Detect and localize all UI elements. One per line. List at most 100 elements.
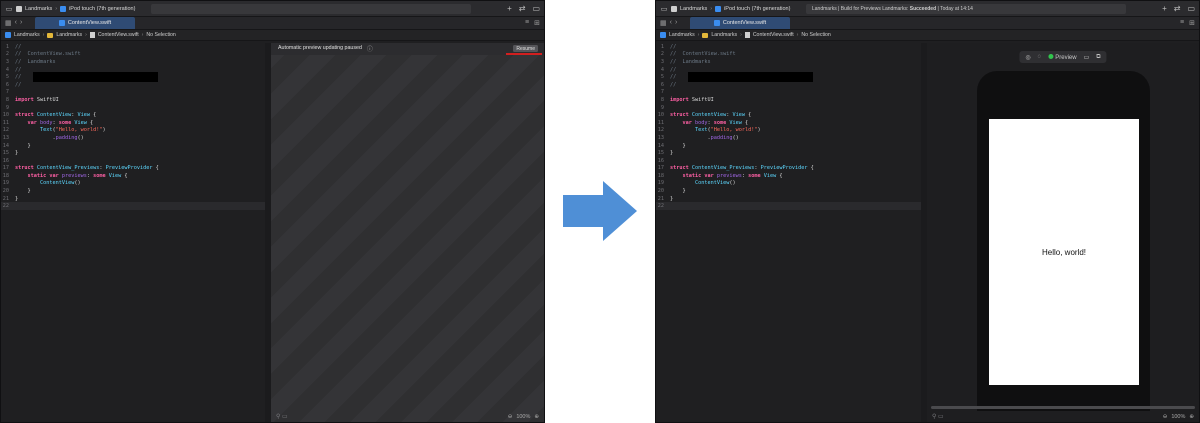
split-editor-icon[interactable]: ⊞ (534, 19, 540, 27)
info-icon[interactable]: ⓘ (367, 44, 373, 53)
pin-icon[interactable]: ⚲ ▭ (932, 413, 944, 420)
line-number: 15 (2, 150, 9, 157)
grid-icon[interactable]: ▦ (660, 19, 667, 27)
scheme-selector[interactable]: Landmarks › iPod touch (7th generation) (16, 5, 135, 12)
pin-icon[interactable]: ⚲ ▭ (276, 413, 288, 420)
code-line[interactable]: 19 ContentView() (1, 180, 265, 188)
jump-item[interactable]: ContentView.swift (753, 32, 794, 38)
resume-button[interactable]: Resume (513, 45, 538, 52)
live-preview-icon[interactable]: ◎ (1025, 54, 1030, 61)
add-icon[interactable]: + (507, 4, 512, 14)
code-line[interactable]: 2 // ContentView.swift (656, 51, 921, 59)
navigator-toggle-icon[interactable]: ▭ (5, 5, 13, 13)
code-line[interactable]: 18 static var previews: some View { (1, 172, 265, 180)
zoom-in-icon[interactable]: ⊕ (534, 414, 539, 420)
navigator-toggle-icon[interactable]: ▭ (660, 5, 668, 13)
code-editor[interactable]: 1 // 2 // ContentView.swift 3 // Landmarks 4 //… (1, 43, 265, 422)
back-icon[interactable]: ‹ (670, 19, 672, 27)
code-token: "Hello, world!" (55, 127, 103, 134)
preview-paused-banner: Automatic preview updating paused ⓘ Resu… (271, 43, 544, 55)
code-line[interactable]: 22 (656, 202, 921, 211)
code-line[interactable]: 1 // (656, 43, 921, 51)
code-token: ContentView (691, 112, 727, 119)
code-line[interactable]: 11 var body: some View { (1, 119, 265, 127)
code-line[interactable]: 12 Text("Hello, world!") (1, 127, 265, 135)
jump-item[interactable]: ContentView.swift (98, 32, 139, 38)
code-line[interactable]: 5 // (1, 72, 265, 83)
jump-item[interactable]: Landmarks (56, 32, 82, 38)
code-token: padding (55, 134, 78, 141)
forward-icon[interactable]: › (675, 19, 677, 27)
device-settings-icon[interactable]: ▭ (1084, 54, 1090, 61)
inspector-toggle-icon[interactable]: ▭ (1187, 4, 1195, 14)
code-line[interactable]: 10 struct ContentView: View { (656, 111, 921, 119)
inspect-icon[interactable]: ◌ (1038, 54, 1042, 60)
zoom-in-icon[interactable]: ⊕ (1189, 414, 1194, 420)
jump-item[interactable]: No Selection (801, 32, 830, 38)
code-line[interactable]: 21} (1, 195, 265, 203)
zoom-out-icon[interactable]: ⊖ (1163, 414, 1168, 420)
file-icon (744, 32, 750, 38)
code-line[interactable]: 15} (656, 149, 921, 157)
code-line[interactable]: 6 // (1, 81, 265, 89)
code-token: // (670, 74, 677, 81)
code-line[interactable]: 12 Text("Hello, world!") (656, 127, 921, 135)
code-line[interactable]: 19 ContentView() (656, 180, 921, 188)
horizontal-scrollbar[interactable] (931, 406, 1195, 409)
jump-item[interactable]: Landmarks (711, 32, 737, 38)
forward-icon[interactable]: › (20, 19, 22, 27)
code-line[interactable]: 14 } (1, 142, 265, 150)
code-line[interactable]: 22 (1, 202, 265, 211)
jump-item[interactable]: Landmarks (669, 32, 695, 38)
line-number: 5 (660, 74, 664, 81)
code-line[interactable]: 9 (656, 104, 921, 112)
code-line[interactable]: 3 // Landmarks (1, 58, 265, 66)
code-line[interactable]: 16 (656, 157, 921, 165)
code-line[interactable]: 17 struct ContentView_Previews: PreviewPr… (656, 165, 921, 173)
tab-contentview[interactable]: ContentView.swift (690, 17, 790, 29)
code-line[interactable]: 21} (656, 195, 921, 203)
code-line[interactable]: 13 . padding() (656, 134, 921, 142)
preview-mode-button[interactable]: Preview (1048, 53, 1077, 61)
tab-contentview[interactable]: ContentView.swift (35, 17, 135, 29)
code-token: () (74, 180, 81, 187)
back-icon[interactable]: ‹ (15, 19, 17, 27)
code-line[interactable]: 6 // (656, 81, 921, 89)
code-line[interactable]: 18 static var previews: some View { (656, 172, 921, 180)
code-line[interactable]: 7 (1, 89, 265, 97)
grid-icon[interactable]: ▦ (5, 19, 12, 27)
code-line[interactable]: 2 // ContentView.swift (1, 51, 265, 59)
jump-item[interactable]: No Selection (146, 32, 175, 38)
code-line[interactable]: 7 (656, 89, 921, 97)
code-line[interactable]: 20 } (656, 187, 921, 195)
code-line[interactable]: 14 } (656, 142, 921, 150)
code-line[interactable]: 1 // (1, 43, 265, 51)
add-icon[interactable]: + (1162, 4, 1167, 14)
duplicate-preview-icon[interactable]: ⧉ (1096, 54, 1100, 61)
code-review-icon[interactable]: ⇄ (519, 4, 526, 14)
jump-item[interactable]: Landmarks (14, 32, 40, 38)
code-line[interactable]: 15} (1, 149, 265, 157)
code-line[interactable]: 10 struct ContentView: View { (1, 111, 265, 119)
code-token: . (670, 134, 711, 141)
editor-options-icon[interactable]: ≡ (1180, 19, 1184, 27)
code-editor[interactable]: 1 // 2 // ContentView.swift 3 // Landmarks 4 //… (656, 43, 921, 422)
code-line[interactable]: 13 . padding() (1, 134, 265, 142)
code-line[interactable]: 8 import SwiftUI (1, 96, 265, 104)
code-token: previews (716, 172, 742, 179)
code-line[interactable]: 9 (1, 104, 265, 112)
scheme-selector[interactable]: Landmarks › iPod touch (7th generation) (671, 5, 790, 12)
code-line[interactable]: 5 // (656, 72, 921, 83)
code-line[interactable]: 17 struct ContentView_Previews: PreviewPr… (1, 165, 265, 173)
code-line[interactable]: 20 } (1, 187, 265, 195)
code-line[interactable]: 3 // Landmarks (656, 58, 921, 66)
code-review-icon[interactable]: ⇄ (1174, 4, 1181, 14)
code-line[interactable]: 8 import SwiftUI (656, 96, 921, 104)
code-line[interactable]: 16 (1, 157, 265, 165)
zoom-out-icon[interactable]: ⊖ (508, 414, 513, 420)
split-editor-icon[interactable]: ⊞ (1189, 19, 1195, 27)
code-line[interactable]: 11 var body: some View { (656, 119, 921, 127)
editor-options-icon[interactable]: ≡ (525, 19, 529, 27)
inspector-toggle-icon[interactable]: ▭ (532, 4, 540, 14)
